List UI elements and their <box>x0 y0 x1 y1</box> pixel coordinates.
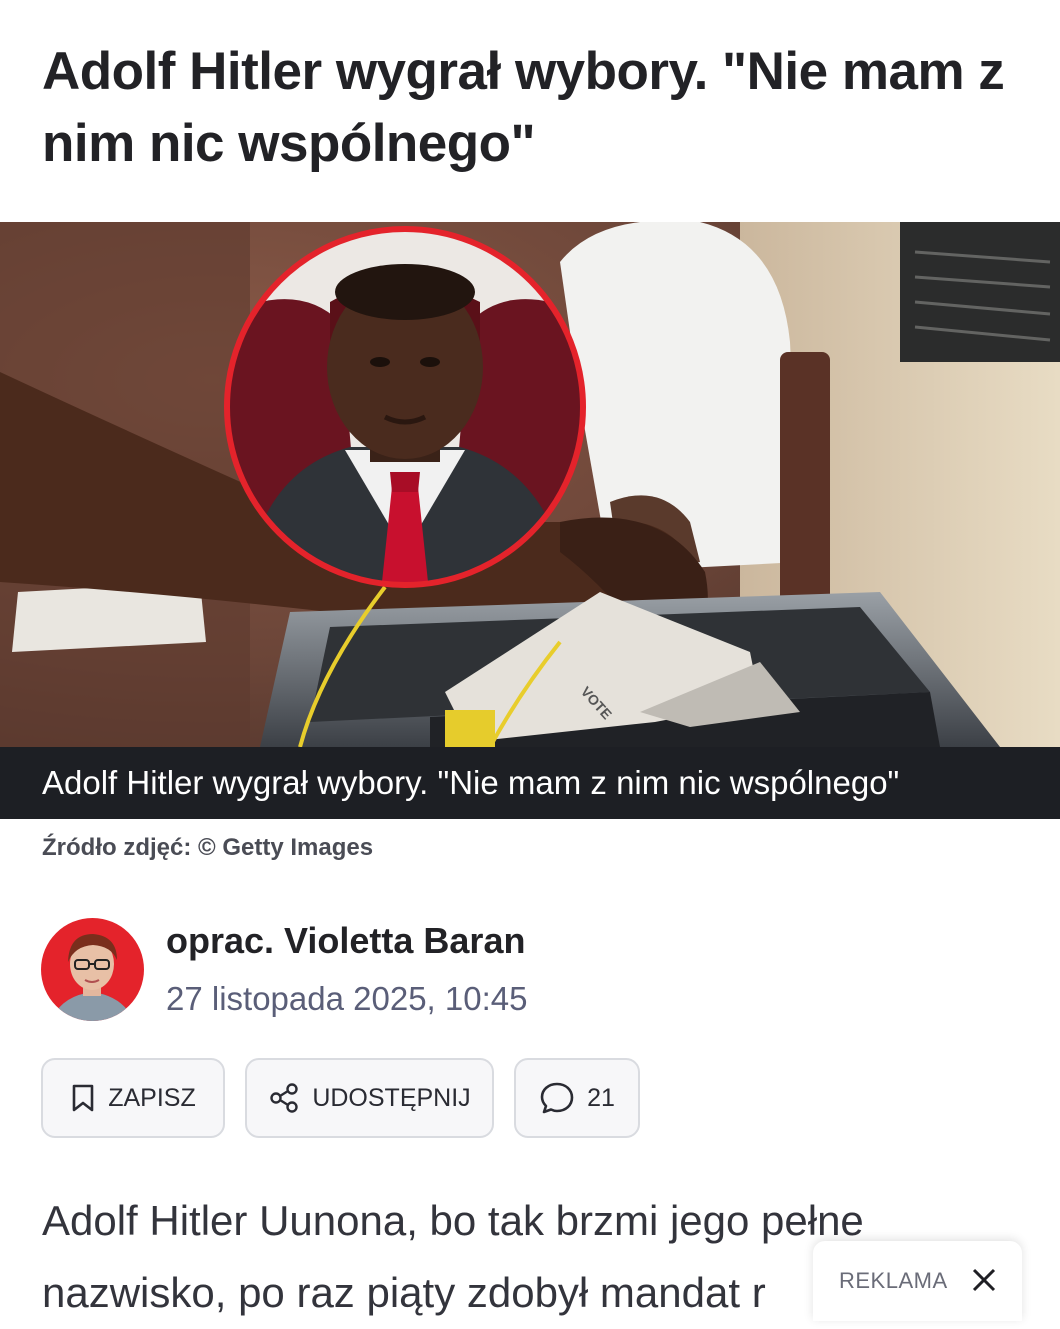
article-hero-image[interactable]: VOTE <box>0 222 1060 747</box>
share-icon <box>268 1082 300 1114</box>
share-label: UDOSTĘPNIJ <box>312 1083 471 1112</box>
ad-banner: REKLAMA <box>813 1241 1022 1321</box>
share-button[interactable]: UDOSTĘPNIJ <box>245 1058 494 1138</box>
avatar-photo <box>41 918 144 1021</box>
image-caption: Adolf Hitler wygrał wybory. "Nie mam z n… <box>42 764 900 801</box>
ad-label: REKLAMA <box>839 1268 948 1293</box>
comments-button[interactable]: 21 <box>514 1058 640 1138</box>
voting-photo: VOTE <box>0 222 1060 747</box>
save-button[interactable]: ZAPISZ <box>41 1058 225 1138</box>
bookmark-icon <box>70 1083 96 1113</box>
article-title: Adolf Hitler wygrał wybory. "Nie mam z n… <box>42 42 1005 173</box>
comments-count: 21 <box>587 1083 615 1112</box>
publish-date: 27 listopada 2025, 10:45 <box>166 980 528 1017</box>
image-caption-bar: Adolf Hitler wygrał wybory. "Nie mam z n… <box>0 747 1060 819</box>
comment-bubble-icon <box>539 1081 575 1115</box>
author-avatar[interactable] <box>41 918 144 1021</box>
save-label: ZAPISZ <box>108 1083 196 1112</box>
author-name[interactable]: oprac. Violetta Baran <box>166 918 525 964</box>
close-icon[interactable] <box>969 1265 999 1295</box>
image-source: Źródło zdjęć: © Getty Images <box>42 834 374 861</box>
